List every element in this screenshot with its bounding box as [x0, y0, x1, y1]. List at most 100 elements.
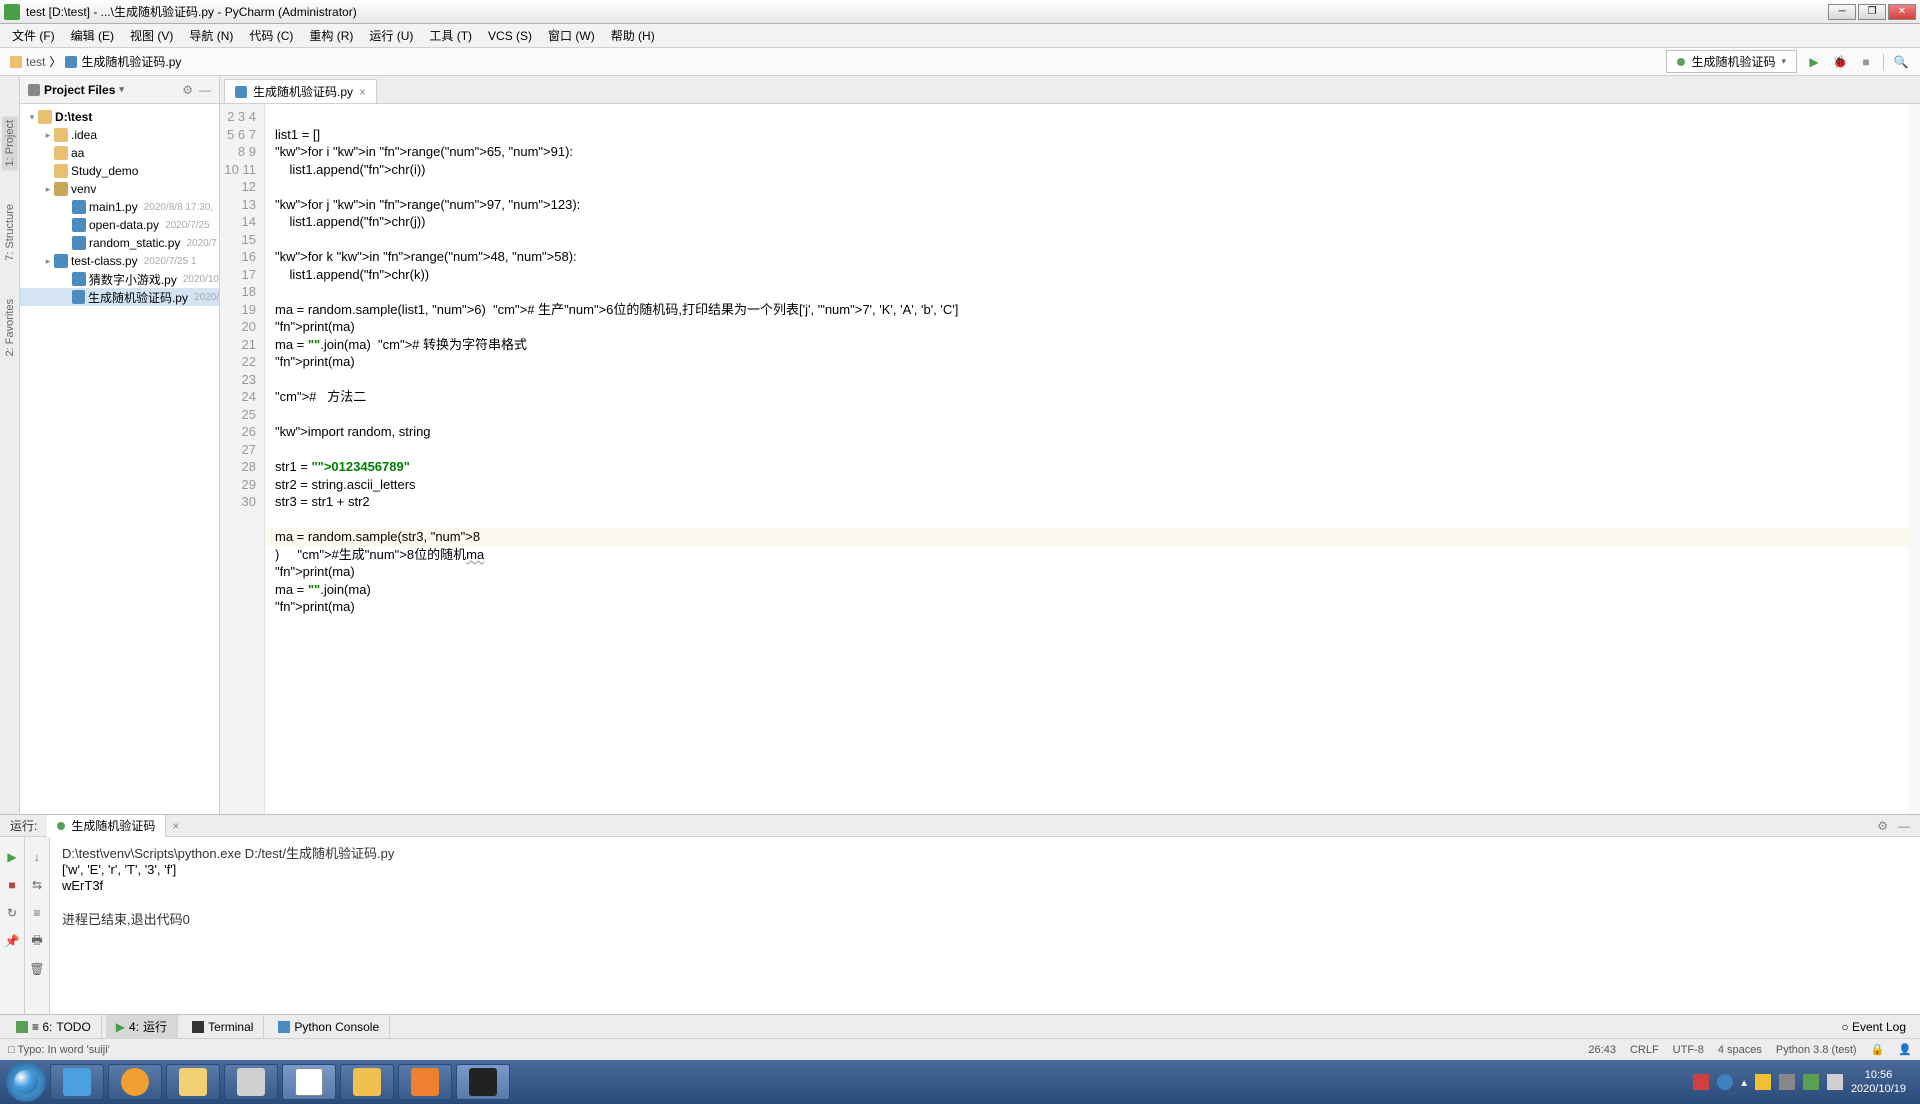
breadcrumb-file[interactable]: 生成随机验证码.py	[81, 53, 181, 70]
windows-taskbar: ▴ 10:562020/10/19	[0, 1060, 1920, 1104]
pin-button[interactable]: 📌	[2, 931, 22, 951]
tree-item[interactable]: main1.py2020/8/8 17:30,	[20, 198, 219, 216]
stop-button[interactable]: ■	[1857, 53, 1875, 71]
run-config-tab[interactable]: 生成随机验证码	[47, 815, 166, 837]
gear-icon[interactable]: ⚙	[1877, 819, 1888, 833]
taskbar-ie[interactable]	[50, 1064, 104, 1100]
gear-icon[interactable]: ⚙	[182, 83, 193, 97]
menu-tools[interactable]: 工具 (T)	[423, 25, 478, 46]
todo-tab[interactable]: ≡ 6: TODO	[6, 1015, 102, 1039]
tree-item[interactable]: ▸test-class.py2020/7/25 1	[20, 252, 219, 270]
navigation-bar: test 〉 生成随机验证码.py 生成随机验证码 ▾ ▶ 🐞 ■ 🔍	[0, 48, 1920, 76]
tree-item-selected[interactable]: 生成随机验证码.py2020/	[20, 288, 219, 306]
wrap-button[interactable]: ⇆	[27, 875, 47, 895]
tree-item[interactable]: 猜数字小游戏.py2020/10	[20, 270, 219, 288]
print-button[interactable]: 🖶	[27, 931, 47, 951]
close-button[interactable]: ✕	[1888, 4, 1916, 20]
debug-button[interactable]: 🐞	[1831, 53, 1849, 71]
scroll-button[interactable]: ↓	[27, 847, 47, 867]
status-bar: □ Typo: In word 'suiji' 26:43 CRLF UTF-8…	[0, 1038, 1920, 1060]
menu-refactor[interactable]: 重构 (R)	[303, 25, 359, 46]
python-interpreter[interactable]: Python 3.8 (test)	[1776, 1044, 1857, 1056]
tray-battery-icon[interactable]	[1803, 1074, 1819, 1090]
code-body[interactable]: list1 = [] "kw">for i "kw">in "fn">range…	[265, 104, 1920, 814]
restart-button[interactable]: ↻	[2, 903, 22, 923]
run-configuration-selector[interactable]: 生成随机验证码 ▾	[1666, 50, 1797, 73]
menu-navigate[interactable]: 导航 (N)	[183, 25, 239, 46]
taskbar-mail[interactable]	[340, 1064, 394, 1100]
python-console-tab[interactable]: Python Console	[268, 1015, 390, 1039]
rerun-button[interactable]: ▶	[2, 847, 22, 867]
breadcrumb[interactable]: test 〉 生成随机验证码.py	[10, 53, 181, 70]
taskbar-explorer[interactable]	[166, 1064, 220, 1100]
close-tab-icon[interactable]: ×	[359, 85, 366, 99]
hide-panel-button[interactable]: —	[1898, 819, 1910, 833]
tray-volume-icon[interactable]	[1779, 1074, 1795, 1090]
tree-item[interactable]: random_static.py2020/7	[20, 234, 219, 252]
clear-button[interactable]: 🗑	[27, 959, 47, 979]
tree-root[interactable]: ▾D:\test	[20, 108, 219, 126]
menu-view[interactable]: 视图 (V)	[124, 25, 179, 46]
run-tool-column2: ↓ ⇆ ≡ 🖶 🗑	[25, 837, 50, 1014]
menu-code[interactable]: 代码 (C)	[243, 25, 299, 46]
tray-icon[interactable]	[1717, 1074, 1733, 1090]
caret-position[interactable]: 26:43	[1588, 1044, 1616, 1056]
hide-panel-button[interactable]: —	[199, 83, 211, 97]
tray-lang-icon[interactable]	[1827, 1074, 1843, 1090]
maximize-button[interactable]: ❐	[1858, 4, 1886, 20]
search-everywhere-button[interactable]: 🔍	[1892, 53, 1910, 71]
menu-edit[interactable]: 编辑 (E)	[65, 25, 120, 46]
menu-window[interactable]: 窗口 (W)	[542, 25, 601, 46]
tree-item[interactable]: ▸venv	[20, 180, 219, 198]
run-tab[interactable]: ▶4: 运行	[106, 1015, 178, 1039]
stop-button[interactable]: ■	[2, 875, 22, 895]
close-run-tab[interactable]: ×	[166, 819, 185, 833]
run-output[interactable]: D:\test\venv\Scripts\python.exe D:/test/…	[50, 837, 1920, 1014]
project-panel-title[interactable]: Project Files	[44, 83, 115, 97]
system-tray[interactable]: ▴ 10:562020/10/19	[1693, 1068, 1914, 1096]
project-tool-tab[interactable]: 1: Project	[2, 116, 18, 170]
taskbar-window[interactable]	[282, 1064, 336, 1100]
taskbar-photos[interactable]	[398, 1064, 452, 1100]
code-area[interactable]: 2 3 4 5 6 7 8 9 10 11 12 13 14 15 16 17 …	[220, 104, 1920, 814]
inspection-icon[interactable]: 👤	[1898, 1043, 1912, 1056]
structure-tool-tab[interactable]: 7: Structure	[2, 200, 18, 265]
menu-help[interactable]: 帮助 (H)	[605, 25, 661, 46]
taskbar-calculator[interactable]	[224, 1064, 278, 1100]
run-config-icon	[1677, 58, 1685, 66]
error-stripe	[1908, 104, 1920, 814]
tray-icon[interactable]	[1755, 1074, 1771, 1090]
breadcrumb-folder[interactable]: test	[26, 55, 45, 69]
minimize-button[interactable]: ─	[1828, 4, 1856, 20]
taskbar-mediaplayer[interactable]	[108, 1064, 162, 1100]
menu-run[interactable]: 运行 (U)	[363, 25, 419, 46]
chevron-right-icon: 〉	[49, 53, 61, 70]
run-icon: ▶	[116, 1020, 125, 1034]
run-panel: 运行: 生成随机验证码 × ⚙ — ▶ ■ ↻ 📌 ↓ ⇆ ≡ 🖶 🗑 D:\t…	[0, 814, 1920, 1014]
project-tree[interactable]: ▾D:\test ▸.idea aa Study_demo ▸venv main…	[20, 104, 219, 814]
tree-item[interactable]: aa	[20, 144, 219, 162]
editor-tab[interactable]: 生成随机验证码.py ×	[224, 79, 377, 103]
menu-file[interactable]: 文件 (F)	[6, 25, 61, 46]
tray-expand-icon[interactable]: ▴	[1741, 1076, 1747, 1089]
editor-tabs: 生成随机验证码.py ×	[220, 76, 1920, 104]
taskbar-pycharm[interactable]	[456, 1064, 510, 1100]
indent-info[interactable]: 4 spaces	[1718, 1044, 1762, 1056]
tree-item[interactable]: open-data.py2020/7/25	[20, 216, 219, 234]
tray-icon[interactable]	[1693, 1074, 1709, 1090]
tray-clock[interactable]: 10:562020/10/19	[1851, 1068, 1906, 1096]
favorites-tool-tab[interactable]: 2: Favorites	[2, 295, 18, 360]
line-separator[interactable]: CRLF	[1630, 1044, 1659, 1056]
start-button[interactable]	[6, 1062, 46, 1102]
readonly-lock-icon[interactable]: 🔒	[1871, 1043, 1885, 1056]
softwrap-button[interactable]: ≡	[27, 903, 47, 923]
menu-vcs[interactable]: VCS (S)	[482, 27, 538, 45]
menubar: 文件 (F) 编辑 (E) 视图 (V) 导航 (N) 代码 (C) 重构 (R…	[0, 24, 1920, 48]
tree-item[interactable]: Study_demo	[20, 162, 219, 180]
tree-item[interactable]: ▸.idea	[20, 126, 219, 144]
app-icon	[4, 4, 20, 20]
terminal-tab[interactable]: Terminal	[182, 1015, 264, 1039]
file-encoding[interactable]: UTF-8	[1673, 1044, 1704, 1056]
run-button[interactable]: ▶	[1805, 53, 1823, 71]
event-log-button[interactable]: ○ Event Log	[1841, 1020, 1906, 1034]
